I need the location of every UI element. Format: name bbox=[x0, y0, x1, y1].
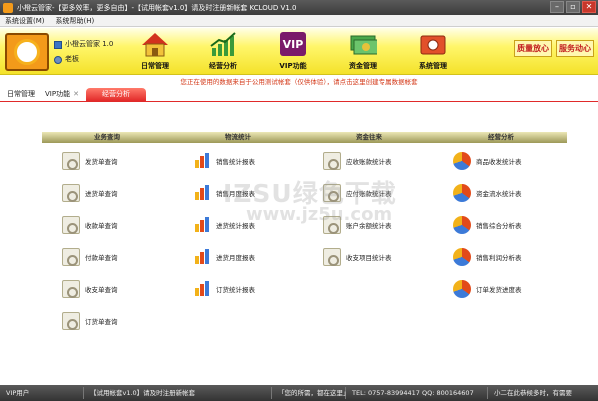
report-item-label: 订单发货进度表 bbox=[476, 286, 522, 294]
report-item[interactable]: 收款单查询 bbox=[62, 216, 118, 234]
main-panel: 业务查询 物流统计 资金往来 经营分析 发货单查询进货单查询收款单查询付款单查询… bbox=[0, 102, 598, 385]
report-item[interactable]: 发货单查询 bbox=[62, 152, 118, 170]
section-title-fund-transactions: 资金往来 bbox=[356, 133, 382, 141]
status-contact: TEL: 0757-83994417 QQ: 800164607 bbox=[346, 387, 488, 399]
document-icon bbox=[323, 248, 341, 266]
close-icon[interactable]: ✕ bbox=[73, 88, 79, 101]
menu-bar: 系统设置(M) 系统帮助(H) bbox=[0, 15, 598, 27]
house-icon bbox=[142, 33, 168, 57]
report-item[interactable]: 销售统计报表 bbox=[193, 152, 255, 170]
menu-system-settings[interactable]: 系统设置(M) bbox=[5, 16, 45, 26]
bar-chart-icon bbox=[193, 280, 211, 298]
badge-quality[interactable]: 质量放心 bbox=[514, 40, 552, 57]
report-item[interactable]: 进货单查询 bbox=[62, 184, 118, 202]
report-item-label: 商品收发统计表 bbox=[476, 158, 522, 166]
bar-chart-icon bbox=[193, 216, 211, 234]
report-item[interactable]: 订货单查询 bbox=[62, 312, 118, 330]
computer-icon bbox=[54, 40, 62, 49]
toolbar-daily-management[interactable]: 日常管理 bbox=[130, 31, 180, 73]
pie-chart-icon bbox=[453, 248, 471, 266]
document-icon bbox=[323, 152, 341, 170]
watermark-url: www.jz5u.com bbox=[246, 204, 393, 225]
money-icon bbox=[350, 35, 379, 55]
close-button[interactable]: ✕ bbox=[582, 1, 596, 13]
svg-text:VIP: VIP bbox=[283, 38, 304, 51]
report-item-label: 销售利润分析表 bbox=[476, 254, 522, 262]
report-item[interactable]: 进货月度报表 bbox=[193, 248, 255, 266]
document-icon bbox=[62, 312, 80, 330]
report-item[interactable]: 订货统计报表 bbox=[193, 280, 255, 298]
system-icon bbox=[420, 35, 446, 55]
maximize-button[interactable]: ▫ bbox=[566, 1, 580, 13]
app-logo bbox=[5, 33, 49, 71]
report-item[interactable]: 销售综合分析表 bbox=[453, 216, 522, 234]
report-item-label: 订货统计报表 bbox=[216, 286, 255, 294]
report-item-label: 销售综合分析表 bbox=[476, 222, 522, 230]
report-item-label: 收支项目统计表 bbox=[346, 254, 392, 262]
minimize-button[interactable]: – bbox=[550, 1, 564, 13]
tab-bar: 日常管理 VIP功能 ✕ 经营分析 bbox=[0, 88, 598, 102]
report-item[interactable]: 资金流水统计表 bbox=[453, 184, 522, 202]
report-item-label: 付款单查询 bbox=[85, 254, 118, 262]
report-item-label: 进货月度报表 bbox=[216, 254, 255, 262]
toolbar-system-management[interactable]: 系统管理 bbox=[408, 31, 458, 73]
status-message: 小二在此恭候多时，有需要 bbox=[494, 389, 572, 397]
window-title: 小橙云管家-【更多效率，更多自由】-【试用帐套v1.0】请及时注册新帐套 KCL… bbox=[17, 3, 297, 12]
section-title-business-analysis: 经营分析 bbox=[488, 133, 514, 141]
report-item[interactable]: 应收账款统计表 bbox=[323, 152, 392, 170]
report-item[interactable]: 商品收发统计表 bbox=[453, 152, 522, 170]
document-icon bbox=[62, 184, 80, 202]
status-slogan: 「您的所需，都在这里」 bbox=[272, 387, 350, 399]
report-item-label: 销售统计报表 bbox=[216, 158, 255, 166]
toolbar: 小橙云管家 1.0 老板 日常管理 经营分析 VIP VIP功能 资金管理 系统… bbox=[0, 28, 598, 75]
pie-chart-icon bbox=[453, 152, 471, 170]
report-item[interactable]: 付款单查询 bbox=[62, 248, 118, 266]
document-icon bbox=[62, 152, 80, 170]
status-user-type: VIP用户 bbox=[0, 387, 84, 399]
user-product: 小橙云管家 1.0 bbox=[65, 40, 114, 48]
title-bar: 小橙云管家-【更多效率，更多自由】-【试用帐套v1.0】请及时注册新帐套 KCL… bbox=[0, 0, 598, 15]
user-info: 小橙云管家 1.0 老板 bbox=[54, 37, 113, 67]
report-item-label: 收支单查询 bbox=[85, 286, 118, 294]
report-item[interactable]: 销售利润分析表 bbox=[453, 248, 522, 266]
document-icon bbox=[62, 216, 80, 234]
notice-link[interactable]: 您正在使用的数据来自于公用测试帐套（仅供体验），请点击这里创建专属数据帐套 bbox=[0, 76, 598, 88]
chart-icon bbox=[210, 32, 236, 56]
section-title-logistics-stats: 物流统计 bbox=[225, 133, 251, 141]
vip-icon: VIP bbox=[280, 32, 306, 56]
document-icon bbox=[62, 280, 80, 298]
toolbar-vip-features[interactable]: VIP VIP功能 bbox=[268, 31, 318, 73]
report-item-label: 订货单查询 bbox=[85, 318, 118, 326]
report-item-label: 发货单查询 bbox=[85, 158, 118, 166]
app-icon bbox=[3, 2, 13, 13]
status-account: 【试用帐套v1.0】请及时注册新帐套 bbox=[84, 387, 272, 399]
document-icon bbox=[62, 248, 80, 266]
badge-service[interactable]: 服务动心 bbox=[556, 40, 594, 57]
pie-chart-icon bbox=[453, 280, 471, 298]
tab-business-analysis[interactable]: 经营分析 bbox=[85, 88, 146, 101]
bar-chart-icon bbox=[193, 184, 211, 202]
person-icon bbox=[54, 55, 62, 64]
toolbar-fund-management[interactable]: 资金管理 bbox=[338, 31, 388, 73]
report-item[interactable]: 收支项目统计表 bbox=[323, 248, 392, 266]
tab-daily-management[interactable]: 日常管理 bbox=[4, 88, 38, 101]
pie-chart-icon bbox=[453, 216, 471, 234]
toolbar-business-analysis[interactable]: 经营分析 bbox=[198, 31, 248, 73]
bar-chart-icon bbox=[193, 152, 211, 170]
bar-chart-icon bbox=[193, 248, 211, 266]
report-item[interactable]: 订单发货进度表 bbox=[453, 280, 522, 298]
report-item-label: 收款单查询 bbox=[85, 222, 118, 230]
report-item-label: 应收账款统计表 bbox=[346, 158, 392, 166]
report-item-label: 进货单查询 bbox=[85, 190, 118, 198]
section-title-business-query: 业务查询 bbox=[94, 133, 120, 141]
tab-vip-features[interactable]: VIP功能 ✕ bbox=[42, 88, 82, 101]
pie-chart-icon bbox=[453, 184, 471, 202]
menu-system-help[interactable]: 系统帮助(H) bbox=[56, 16, 95, 26]
user-role: 老板 bbox=[65, 55, 79, 63]
report-item[interactable]: 收支单查询 bbox=[62, 280, 118, 298]
status-bar: VIP用户 【试用帐套v1.0】请及时注册新帐套 「您的所需，都在这里」 TEL… bbox=[0, 385, 598, 401]
report-item-label: 资金流水统计表 bbox=[476, 190, 522, 198]
